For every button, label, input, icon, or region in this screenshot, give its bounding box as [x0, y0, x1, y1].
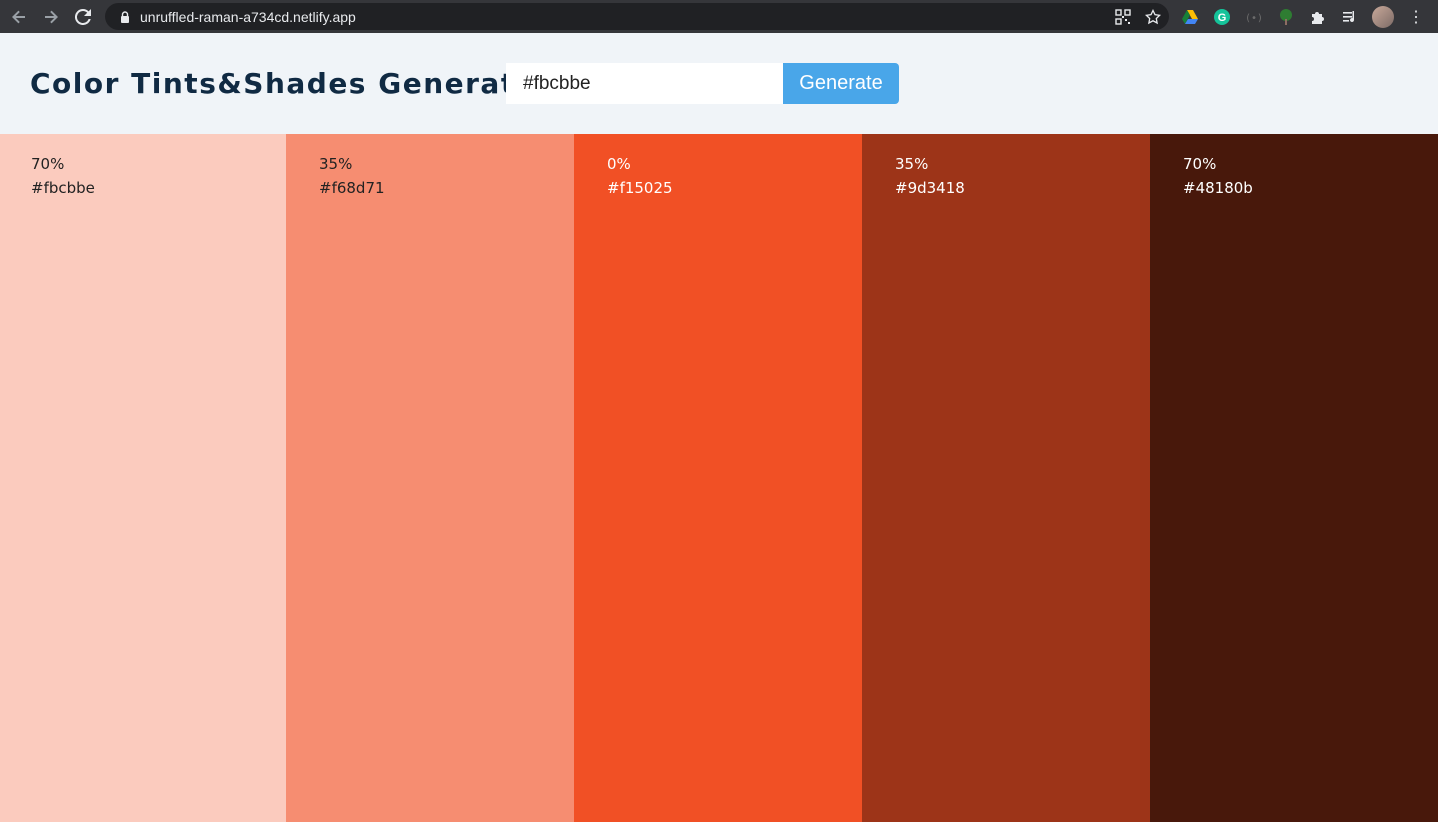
swatch-percent: 0% — [607, 155, 631, 173]
swatch-hex: #9d3418 — [895, 179, 965, 197]
url-text: unruffled-raman-a734cd.netlify.app — [140, 8, 356, 25]
generate-button[interactable]: Generate — [783, 63, 899, 104]
svg-text:(•): (•) — [1245, 13, 1263, 24]
browser-toolbar: unruffled-raman-a734cd.netlify.app G (•)… — [0, 0, 1438, 33]
extension-brackets-icon[interactable]: (•) — [1244, 7, 1264, 27]
star-icon[interactable] — [1145, 8, 1161, 25]
profile-avatar[interactable] — [1372, 5, 1394, 28]
swatch-hex: #f68d71 — [319, 179, 385, 197]
google-drive-icon[interactable] — [1180, 7, 1200, 27]
swatch-tint-35[interactable]: 35% #f68d71 — [286, 134, 574, 822]
qr-code-icon[interactable] — [1115, 8, 1131, 25]
svg-text:G: G — [1218, 12, 1227, 24]
forward-icon[interactable] — [35, 3, 67, 31]
swatch-base[interactable]: 0% #f15025 — [574, 134, 862, 822]
page-title: Color Tints&Shades Generator — [30, 67, 552, 100]
media-queue-icon[interactable] — [1340, 7, 1360, 27]
swatch-shade-35[interactable]: 35% #9d3418 — [862, 134, 1150, 822]
more-menu-icon[interactable]: ⋮ — [1406, 7, 1426, 27]
puzzle-icon[interactable] — [1308, 7, 1328, 27]
swatch-percent: 35% — [895, 155, 929, 173]
swatch-tint-70[interactable]: 70% #fbcbbe — [0, 134, 286, 822]
swatch-hex: #48180b — [1183, 179, 1253, 197]
address-bar[interactable]: unruffled-raman-a734cd.netlify.app — [105, 3, 1169, 30]
swatch-percent: 70% — [31, 155, 65, 173]
back-icon[interactable] — [3, 3, 35, 31]
swatch-shade-70[interactable]: 70% #48180b — [1150, 134, 1438, 822]
swatch-hex: #f15025 — [607, 179, 673, 197]
lock-icon — [121, 10, 129, 23]
grammarly-icon[interactable]: G — [1212, 7, 1232, 27]
swatch-percent: 70% — [1183, 155, 1217, 173]
swatch-list: 70% #fbcbbe 35% #f68d71 0% #f15025 35% #… — [0, 134, 1438, 822]
tree-icon[interactable] — [1276, 7, 1296, 27]
swatch-hex: #fbcbbe — [31, 179, 95, 197]
color-input[interactable] — [506, 63, 783, 104]
swatch-percent: 35% — [319, 155, 353, 173]
reload-icon[interactable] — [67, 3, 99, 31]
app-header: Color Tints&Shades Generator Generate — [0, 33, 1438, 134]
